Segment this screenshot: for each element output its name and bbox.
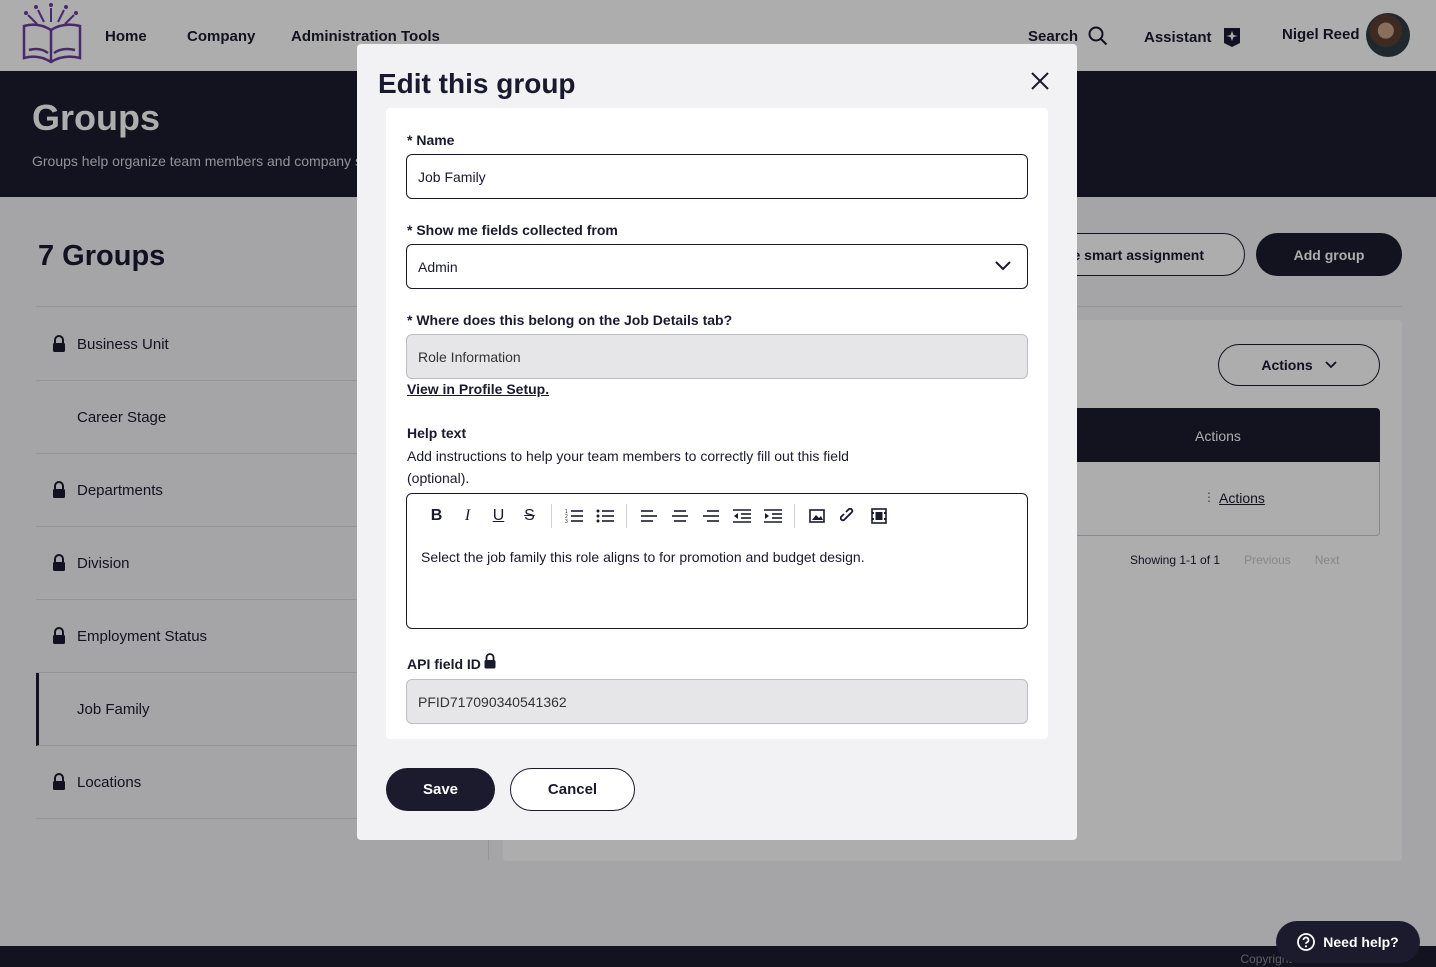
location-field: Role Information [406,334,1028,379]
cancel-button[interactable]: Cancel [510,768,635,811]
modal-form: * Name Job Family * Show me fields colle… [386,108,1048,739]
api-field-label: API field ID [407,656,481,672]
bold-icon[interactable]: B [421,504,452,528]
toolbar-divider [794,504,795,528]
help-text-label: Help text [407,425,467,441]
name-field-label: * Name [407,132,455,148]
italic-icon[interactable]: I [452,504,483,528]
source-select-value: Admin [418,258,458,275]
link-icon[interactable] [832,504,863,528]
help-text-editor[interactable]: B I U S 123 Select the job family this r… [406,493,1028,629]
close-icon[interactable] [1029,70,1051,92]
view-profile-setup-link[interactable]: View in Profile Setup. [407,381,549,397]
strikethrough-icon[interactable]: S [514,504,545,528]
bullet-list-icon[interactable] [589,504,620,528]
help-text-content[interactable]: Select the job family this role aligns t… [421,549,865,565]
location-field-label: * Where does this belong on the Job Deta… [407,312,733,328]
outdent-icon[interactable] [726,504,757,528]
svg-text:3: 3 [565,519,568,524]
align-right-icon[interactable] [695,504,726,528]
source-field-label: * Show me fields collected from [407,222,618,238]
modal-title: Edit this group [378,68,576,99]
source-select[interactable]: Admin [406,244,1028,289]
need-help-button[interactable]: Need help? [1276,921,1420,963]
indent-icon[interactable] [757,504,788,528]
toolbar-divider [626,504,627,528]
save-button[interactable]: Save [386,768,495,811]
ordered-list-icon[interactable]: 123 [558,504,589,528]
align-center-icon[interactable] [664,504,695,528]
underline-icon[interactable]: U [483,504,514,528]
help-circle-icon [1297,933,1316,951]
chevron-down-icon [995,261,1011,271]
lock-icon [484,653,496,669]
help-text-description: Add instructions to help your team membe… [407,448,849,486]
editor-toolbar: B I U S 123 [421,504,894,528]
need-help-label: Need help? [1323,934,1399,950]
toolbar-divider [551,504,552,528]
align-left-icon[interactable] [633,504,664,528]
name-field[interactable]: Job Family [406,154,1028,199]
video-icon[interactable] [863,504,894,528]
api-field: PFID717090340541362 [406,679,1028,724]
edit-group-modal: Edit this group * Name Job Family * Show… [357,44,1077,840]
image-icon[interactable] [801,504,832,528]
